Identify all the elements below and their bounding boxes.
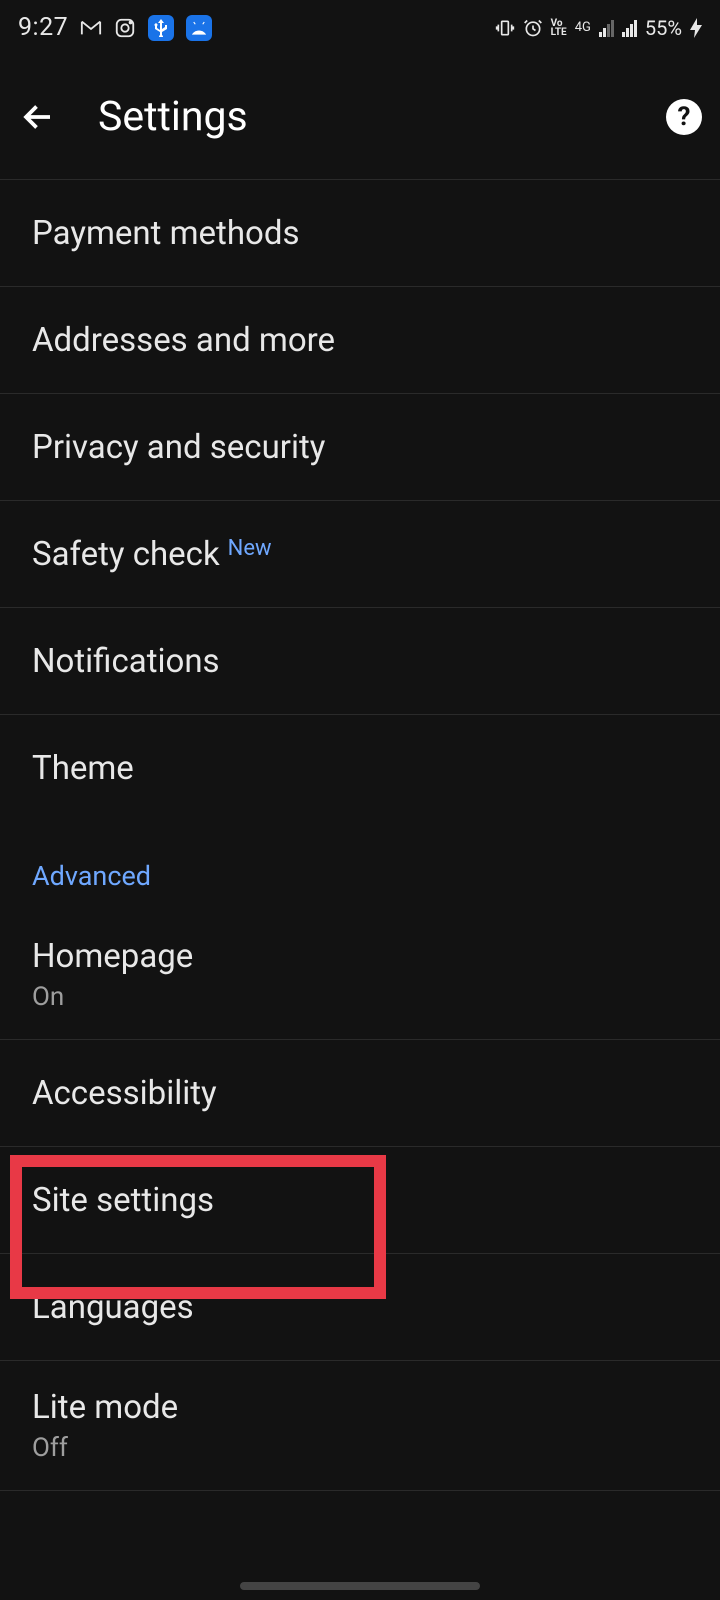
- volte-icon: VoLTE: [551, 19, 567, 37]
- status-left: 9:27: [18, 13, 212, 42]
- status-time: 9:27: [18, 13, 68, 42]
- new-badge: New: [228, 536, 272, 561]
- list-item-label: Languages: [32, 1288, 688, 1327]
- settings-item-safety-check[interactable]: Safety check New: [0, 501, 720, 608]
- settings-item-site-settings[interactable]: Site settings: [0, 1147, 720, 1254]
- settings-item-payment-methods[interactable]: Payment methods: [0, 180, 720, 287]
- list-item-sublabel: Off: [32, 1433, 688, 1463]
- settings-item-homepage[interactable]: Homepage On: [0, 910, 720, 1040]
- nav-bar: [0, 1560, 720, 1600]
- list-item-sublabel: On: [32, 982, 688, 1012]
- settings-list: Payment methods Addresses and more Priva…: [0, 180, 720, 1491]
- list-item-label: Site settings: [32, 1181, 688, 1220]
- settings-item-theme[interactable]: Theme: [0, 715, 720, 822]
- list-item-label: Homepage: [32, 937, 688, 976]
- instagram-icon: [114, 17, 136, 39]
- settings-item-notifications[interactable]: Notifications: [0, 608, 720, 715]
- back-button[interactable]: [18, 97, 58, 137]
- android-icon: [186, 15, 212, 41]
- gmail-icon: [80, 19, 102, 37]
- question-icon: ?: [678, 102, 691, 132]
- arrow-left-icon: [20, 99, 56, 135]
- usb-icon: [148, 15, 174, 41]
- list-item-label: Theme: [32, 749, 688, 788]
- settings-item-languages[interactable]: Languages: [0, 1254, 720, 1361]
- signal-icon-1: [599, 19, 614, 37]
- section-header-advanced: Advanced: [0, 822, 720, 910]
- status-bar: 9:27 VoLTE 4G 55%: [0, 0, 720, 55]
- page-title: Settings: [98, 93, 626, 141]
- list-item-label: Payment methods: [32, 214, 688, 253]
- signal-icon-2: [622, 19, 637, 37]
- settings-item-privacy[interactable]: Privacy and security: [0, 394, 720, 501]
- list-item-label: Safety check New: [32, 535, 688, 574]
- list-item-label: Privacy and security: [32, 428, 688, 467]
- help-button[interactable]: ?: [666, 99, 702, 135]
- status-right: VoLTE 4G 55%: [495, 16, 702, 40]
- header: Settings ?: [0, 55, 720, 180]
- nav-pill[interactable]: [240, 1582, 480, 1590]
- settings-item-accessibility[interactable]: Accessibility: [0, 1040, 720, 1147]
- battery-text: 55%: [645, 16, 682, 40]
- list-item-label: Addresses and more: [32, 321, 688, 360]
- charging-icon: [690, 18, 702, 38]
- network-label: 4G: [575, 20, 591, 35]
- alarm-icon: [523, 18, 543, 38]
- list-item-label: Notifications: [32, 642, 688, 681]
- vibrate-icon: [495, 18, 515, 38]
- settings-item-lite-mode[interactable]: Lite mode Off: [0, 1361, 720, 1491]
- settings-item-addresses[interactable]: Addresses and more: [0, 287, 720, 394]
- list-item-label: Lite mode: [32, 1388, 688, 1427]
- list-item-label: Accessibility: [32, 1074, 688, 1113]
